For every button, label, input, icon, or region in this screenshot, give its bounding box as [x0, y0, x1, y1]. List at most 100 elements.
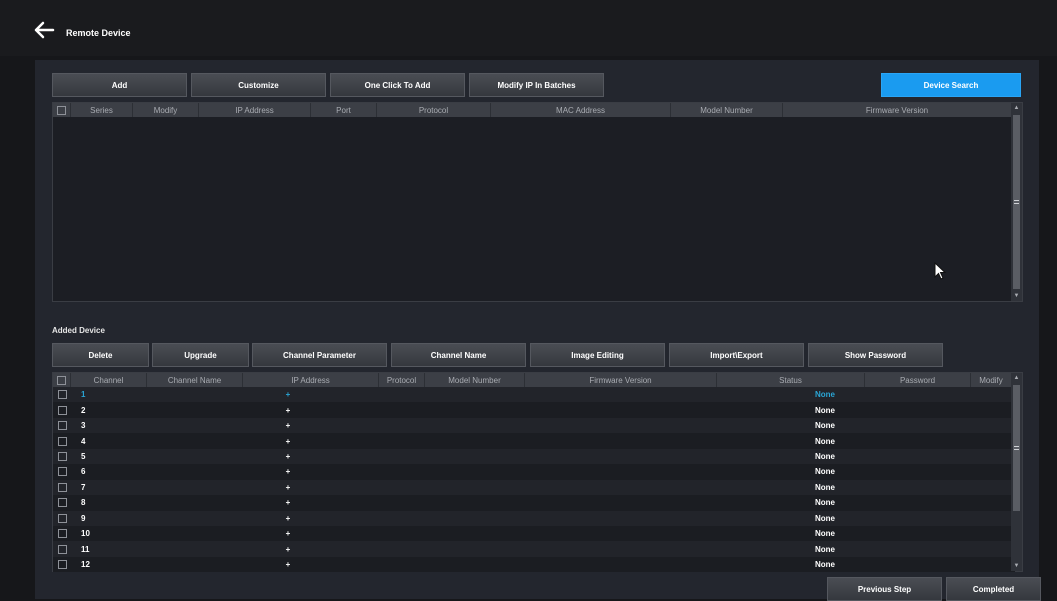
select-all-added-checkbox-cell[interactable] [53, 373, 71, 387]
col-modify: Modify [133, 103, 199, 117]
col-channel-name: Channel Name [147, 373, 243, 387]
col-password: Password [865, 373, 971, 387]
add-ip-plus-button[interactable]: + [225, 529, 351, 538]
channel-number: 1 [81, 390, 86, 400]
status-text: None [815, 405, 835, 415]
add-ip-plus-button[interactable]: + [225, 437, 351, 446]
col-model-number: Model Number [425, 373, 525, 387]
channel-parameter-button[interactable]: Channel Parameter [252, 343, 387, 367]
row-checkbox[interactable] [57, 421, 67, 431]
row-checkbox[interactable] [57, 529, 67, 539]
add-button[interactable]: Add [52, 73, 187, 97]
col-ip-address: IP Address [243, 373, 379, 387]
row-checkbox[interactable] [57, 482, 67, 492]
col-ip-address: IP Address [199, 103, 311, 117]
table-row[interactable]: 6 + None [53, 464, 1015, 480]
import-export-button[interactable]: Import\Export [669, 343, 804, 367]
row-checkbox[interactable] [57, 560, 67, 570]
col-modify: Modify [979, 375, 1003, 385]
scrollbar-grip [1014, 446, 1019, 447]
channel-number: 12 [81, 560, 90, 570]
table-row[interactable]: 2 + None [53, 402, 1015, 418]
add-ip-plus-button[interactable]: + [225, 545, 351, 554]
modify-ip-batches-button[interactable]: Modify IP In Batches [469, 73, 604, 97]
channel-number: 10 [81, 529, 90, 539]
add-ip-plus-button[interactable]: + [225, 467, 351, 476]
col-protocol: Protocol [379, 373, 425, 387]
table-row[interactable]: 4 + None [53, 433, 1015, 449]
scroll-up-arrow-icon[interactable]: ▲ [1011, 373, 1022, 383]
table-row[interactable]: 10 + None [53, 525, 1015, 542]
select-all-checkbox[interactable] [57, 105, 66, 115]
channel-name-button[interactable]: Channel Name [391, 343, 526, 367]
row-checkbox[interactable] [57, 436, 67, 446]
add-ip-plus-button[interactable]: + [225, 421, 351, 430]
added-table-header: Channel Channel Name IP Address Protocol… [53, 373, 1011, 387]
row-checkbox[interactable] [57, 451, 67, 461]
channel-number: 8 [81, 498, 86, 508]
scrollbar-thumb[interactable] [1013, 385, 1020, 511]
back-arrow-icon[interactable] [32, 20, 56, 40]
scroll-up-arrow-icon[interactable]: ▲ [1011, 103, 1022, 113]
table-row[interactable]: 8 + None [53, 495, 1015, 511]
status-text: None [815, 467, 835, 477]
mouse-pointer-icon [934, 262, 947, 280]
table-row[interactable]: 9 + None [53, 510, 1015, 526]
table-row[interactable]: 5 + None [53, 448, 1015, 465]
status-text: None [815, 390, 835, 400]
col-series: Series [71, 103, 133, 117]
scrollbar-thumb[interactable] [1013, 115, 1020, 289]
row-checkbox[interactable] [57, 467, 67, 477]
add-ip-plus-button[interactable]: + [225, 483, 351, 492]
status-text: None [815, 529, 835, 539]
row-checkbox[interactable] [57, 513, 67, 523]
row-checkbox[interactable] [57, 544, 67, 554]
scrollbar-grip [1014, 200, 1019, 201]
scroll-down-arrow-icon[interactable]: ▼ [1011, 561, 1022, 571]
select-all-added-checkbox[interactable] [57, 375, 66, 385]
row-checkbox[interactable] [57, 498, 67, 508]
table-row[interactable]: 11 + None [53, 541, 1015, 557]
status-text: None [815, 482, 835, 492]
col-channel: Channel [71, 373, 147, 387]
upgrade-button[interactable]: Upgrade [152, 343, 249, 367]
add-ip-plus-button[interactable]: + [225, 560, 351, 569]
channel-number: 11 [81, 544, 90, 554]
add-ip-plus-button[interactable]: + [225, 514, 351, 523]
col-port: Port [311, 103, 377, 117]
one-click-add-button[interactable]: One Click To Add [330, 73, 465, 97]
status-text: None [815, 513, 835, 523]
customize-button[interactable]: Customize [191, 73, 326, 97]
col-status: Status [717, 373, 865, 387]
image-editing-button[interactable]: Image Editing [530, 343, 665, 367]
row-checkbox[interactable] [57, 405, 67, 415]
device-search-button[interactable]: Device Search [881, 73, 1021, 97]
status-text: None [815, 436, 835, 446]
col-protocol: Protocol [377, 103, 491, 117]
channel-number: 6 [81, 467, 86, 477]
added-table-scrollbar[interactable]: ▲ ▼ [1011, 373, 1022, 571]
status-text: None [815, 544, 835, 554]
table-row[interactable]: 12 + None [53, 556, 1015, 573]
table-row[interactable]: 7 + None [53, 479, 1015, 496]
channel-number: 3 [81, 421, 86, 431]
search-table-header: Series Modify IP Address Port Protocol M… [53, 103, 1011, 117]
select-all-checkbox-cell[interactable] [53, 103, 71, 117]
channel-number: 2 [81, 405, 86, 415]
add-ip-plus-button[interactable]: + [225, 406, 351, 415]
delete-button[interactable]: Delete [52, 343, 149, 367]
show-password-button[interactable]: Show Password [808, 343, 943, 367]
add-ip-plus-button[interactable]: + [225, 390, 351, 399]
col-firmware-version: Firmware Version [525, 373, 717, 387]
table-row[interactable]: 3 + None [53, 417, 1015, 434]
add-ip-plus-button[interactable]: + [225, 452, 351, 461]
previous-step-button[interactable]: Previous Step [827, 577, 942, 601]
scrollbar-grip [1014, 203, 1019, 204]
completed-button[interactable]: Completed [946, 577, 1041, 601]
search-table-scrollbar[interactable]: ▲ ▼ [1011, 103, 1022, 301]
table-row[interactable]: 1 + None [53, 387, 1015, 403]
row-checkbox[interactable] [57, 390, 67, 400]
scroll-down-arrow-icon[interactable]: ▼ [1011, 291, 1022, 301]
page-title: Remote Device [66, 28, 131, 38]
add-ip-plus-button[interactable]: + [225, 498, 351, 507]
